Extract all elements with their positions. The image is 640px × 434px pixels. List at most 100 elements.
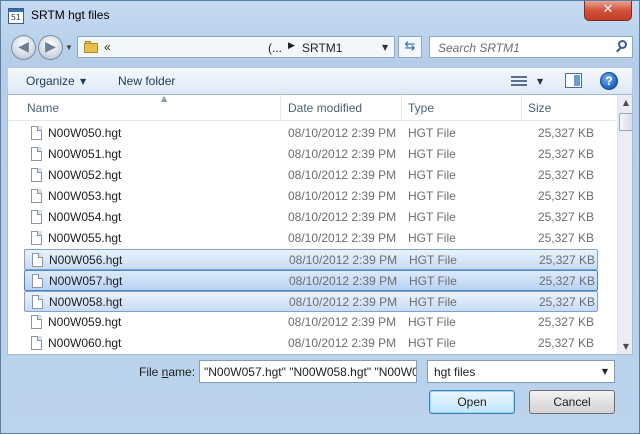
file-type: HGT File — [408, 336, 456, 350]
file-name: N00W052.hgt — [48, 168, 122, 182]
file-icon — [31, 210, 42, 224]
file-date-modified: 08/10/2012 2:39 PM — [289, 295, 398, 309]
file-name: N00W051.hgt — [48, 147, 122, 161]
breadcrumb-arrow-icon[interactable]: ▶ — [288, 41, 295, 51]
file-row[interactable]: N00W055.hgt 08/10/2012 2:39 PM HGT File 25,… — [24, 228, 598, 249]
file-icon — [32, 295, 43, 309]
file-size: 25,327 KB — [538, 253, 595, 267]
organize-button[interactable]: Organize — [26, 74, 75, 88]
file-type: HGT File — [408, 126, 456, 140]
file-row[interactable]: N00W058.hgt 08/10/2012 2:39 PM HGT File 25,… — [24, 291, 598, 312]
file-row[interactable]: N00W054.hgt 08/10/2012 2:39 PM HGT File 25,… — [24, 207, 598, 228]
file-icon — [32, 253, 43, 267]
file-type: HGT File — [408, 315, 456, 329]
organize-dropdown-icon[interactable]: ▼ — [80, 77, 86, 86]
file-type: HGT File — [408, 231, 456, 245]
file-date-modified: 08/10/2012 2:39 PM — [288, 168, 397, 182]
search-box[interactable]: Search SRTM1 — [429, 36, 633, 58]
file-type: HGT File — [408, 168, 456, 182]
change-view-icon[interactable] — [511, 75, 527, 87]
forward-button[interactable]: ▶ — [38, 35, 63, 60]
file-icon — [31, 189, 42, 203]
navigation-bar: ◀ ▶ ▼ « (... ▶ SRTM1 ▼ ⇆ Search SRTM1 — [7, 33, 633, 61]
refresh-icon: ⇆ — [404, 39, 416, 54]
file-open-dialog: 51 SRTM hgt files ✕ ◀ ▶ ▼ « (... ▶ SRTM1… — [0, 0, 640, 434]
file-type-value: hgt files — [434, 365, 476, 379]
file-row[interactable]: N00W060.hgt 08/10/2012 2:39 PM HGT File 25,… — [24, 333, 598, 354]
file-size: 25,327 KB — [537, 147, 594, 161]
file-row[interactable]: N00W053.hgt 08/10/2012 2:39 PM HGT File 25,… — [24, 186, 598, 207]
app-icon: 51 — [8, 8, 24, 24]
new-folder-button[interactable]: New folder — [118, 74, 175, 88]
file-name: N00W058.hgt — [49, 295, 123, 309]
search-icon[interactable] — [615, 40, 629, 54]
address-overflow-chevron[interactable]: « — [104, 40, 111, 54]
file-name: N00W060.hgt — [48, 336, 122, 350]
file-icon — [31, 126, 42, 140]
file-type: HGT File — [409, 253, 457, 267]
window-title: SRTM hgt files — [31, 8, 110, 22]
file-name: N00W054.hgt — [48, 210, 122, 224]
open-button[interactable]: Open — [429, 390, 515, 414]
file-type: HGT File — [409, 295, 457, 309]
file-date-modified: 08/10/2012 2:39 PM — [289, 253, 398, 267]
scroll-up-icon[interactable]: ▲ — [618, 95, 632, 111]
address-bar[interactable]: « (... ▶ SRTM1 ▼ — [77, 36, 395, 58]
folder-icon — [84, 40, 98, 54]
preview-pane-icon[interactable] — [565, 73, 582, 88]
file-name: N00W056.hgt — [49, 253, 123, 267]
file-type: HGT File — [408, 210, 456, 224]
file-date-modified: 08/10/2012 2:39 PM — [288, 210, 397, 224]
file-size: 25,327 KB — [537, 315, 594, 329]
file-date-modified: 08/10/2012 2:39 PM — [288, 126, 397, 140]
file-row[interactable]: N00W057.hgt 08/10/2012 2:39 PM HGT File 25,… — [24, 270, 598, 291]
address-dropdown-icon[interactable]: ▼ — [382, 43, 388, 52]
file-date-modified: 08/10/2012 2:39 PM — [288, 147, 397, 161]
file-row[interactable]: N00W051.hgt 08/10/2012 2:39 PM HGT File 25,… — [24, 144, 598, 165]
file-name: N00W059.hgt — [48, 315, 122, 329]
recent-pages-dropdown-icon[interactable]: ▼ — [65, 43, 73, 52]
help-icon[interactable]: ? — [600, 72, 618, 90]
command-toolbar: Organize ▼ New folder ▼ ? — [7, 67, 633, 95]
vertical-scrollbar[interactable]: ▲ ▼ — [617, 95, 632, 354]
column-header-date[interactable]: Date modified — [282, 95, 402, 121]
view-options-dropdown-icon[interactable]: ▼ — [537, 77, 543, 86]
file-icon — [31, 315, 42, 329]
file-date-modified: 08/10/2012 2:39 PM — [289, 274, 398, 288]
close-button[interactable]: ✕ — [584, 1, 632, 21]
file-size: 25,327 KB — [537, 126, 594, 140]
file-name-input[interactable]: "N00W057.hgt" "N00W058.hgt" "N00W056.hgt… — [199, 360, 417, 383]
chevron-down-icon[interactable]: ▼ — [602, 367, 608, 376]
file-row[interactable]: N00W052.hgt 08/10/2012 2:39 PM HGT File 25,… — [24, 165, 598, 186]
file-name-label: File name: — [139, 365, 196, 379]
file-date-modified: 08/10/2012 2:39 PM — [288, 231, 397, 245]
file-icon — [31, 231, 42, 245]
column-header: ▲ Name Date modified Type Size — [8, 95, 616, 121]
column-header-size[interactable]: Size — [522, 95, 616, 121]
address-ellipsis[interactable]: (... — [268, 41, 282, 55]
file-size: 25,327 KB — [537, 168, 594, 182]
file-row[interactable]: N00W056.hgt 08/10/2012 2:39 PM HGT File 25,… — [24, 249, 598, 270]
column-header-name[interactable]: ▲ Name — [21, 95, 281, 121]
file-date-modified: 08/10/2012 2:39 PM — [288, 336, 397, 350]
file-row[interactable]: N00W059.hgt 08/10/2012 2:39 PM HGT File 25,… — [24, 312, 598, 333]
file-type: HGT File — [408, 189, 456, 203]
scroll-down-icon[interactable]: ▼ — [618, 339, 632, 354]
breadcrumb-srtm1[interactable]: SRTM1 — [302, 41, 342, 55]
file-size: 25,327 KB — [538, 295, 595, 309]
file-size: 25,327 KB — [537, 210, 594, 224]
search-input[interactable]: Search SRTM1 — [438, 41, 520, 55]
file-list: ▲ Name Date modified Type Size N00W050.h… — [7, 95, 633, 355]
scroll-thumb[interactable] — [619, 113, 632, 131]
file-type-select[interactable]: hgt files ▼ — [427, 360, 615, 383]
file-size: 25,327 KB — [537, 336, 594, 350]
refresh-button[interactable]: ⇆ — [398, 36, 422, 58]
cancel-button[interactable]: Cancel — [529, 390, 615, 414]
file-icon — [31, 168, 42, 182]
file-type: HGT File — [409, 274, 457, 288]
file-row[interactable]: N00W050.hgt 08/10/2012 2:39 PM HGT File 25,… — [24, 123, 598, 144]
title-bar[interactable]: 51 SRTM hgt files ✕ — [1, 1, 639, 31]
column-header-type[interactable]: Type — [402, 95, 522, 121]
file-type: HGT File — [408, 147, 456, 161]
back-button[interactable]: ◀ — [11, 35, 36, 60]
